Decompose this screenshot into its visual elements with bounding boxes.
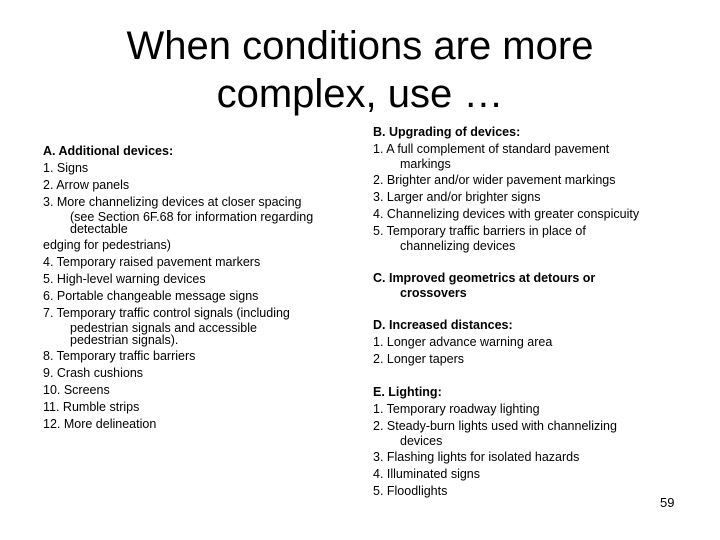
list-item: 1. Signs — [43, 160, 363, 177]
list-item-text: edging for pedestrians) — [43, 238, 171, 252]
list-item-continuation: markings — [400, 157, 451, 171]
list-item: 5. Temporary traffic barriers in place o… — [373, 223, 693, 252]
list-item-text: 5. Temporary traffic barriers in place o… — [373, 224, 586, 238]
list-item-text: 8. Temporary traffic barriers — [43, 349, 196, 363]
list-item-text: 1. Temporary roadway lighting — [373, 402, 540, 416]
list-item: 2. Arrow panels — [43, 177, 363, 194]
list-item: 3. Larger and/or brighter signs — [373, 189, 693, 206]
list-item-text: 12. More delineation — [43, 417, 157, 431]
list-item-text: 5. High-level warning devices — [43, 272, 206, 286]
list-item-text: 1. Signs — [43, 161, 89, 175]
list-item: 8. Temporary traffic barriers — [43, 348, 363, 365]
section-heading-c: C. Improved geometrics at detours or cro… — [373, 270, 693, 299]
section-heading-a: A. Additional devices: — [43, 144, 174, 158]
list-item: 5. High-level warning devices — [43, 271, 363, 288]
list-item-text: 1. A full complement of standard pavemen… — [373, 142, 610, 156]
list-item: 4. Temporary raised pavement markers — [43, 254, 363, 271]
list-item-text: 3. More channelizing devices at closer s… — [43, 195, 302, 209]
list-item: 10. Screens — [43, 382, 363, 399]
list-item-text: 3. Larger and/or brighter signs — [373, 190, 541, 204]
list-item-text: 11. Rumble strips — [43, 400, 140, 414]
list-item-text: 2. Steady-burn lights used with channeli… — [373, 419, 617, 433]
title-line-2: complex, use … — [216, 72, 504, 116]
list-item: 4. Channelizing devices with greater con… — [373, 206, 693, 223]
list-item: 2. Brighter and/or wider pavement markin… — [373, 172, 693, 189]
list-item-text: 10. Screens — [43, 383, 110, 397]
page-number: 59 — [660, 495, 675, 510]
list-item: 11. Rumble strips — [43, 399, 363, 416]
list-item: 2. Steady-burn lights used with channeli… — [373, 418, 693, 447]
list-item-text: 9. Crash cushions — [43, 366, 144, 380]
list-item: 9. Crash cushions — [43, 365, 363, 382]
slide-title: When conditions are more complex, use … — [0, 22, 720, 118]
list-item-text: 4. Temporary raised pavement markers — [43, 255, 261, 269]
list-item: 12. More delineation — [43, 416, 363, 433]
section-heading-e: E. Lighting: — [373, 385, 442, 399]
list-item-text: 4. Illuminated signs — [373, 467, 481, 481]
list-item-continuation: detectable — [70, 222, 128, 236]
section-heading-b: B. Upgrading of devices: — [373, 125, 521, 139]
title-line-1: When conditions are more — [126, 24, 594, 68]
list-item-text: 5. Floodlights — [373, 484, 448, 498]
list-item-continuation: devices — [400, 434, 443, 448]
list-item: 3. More channelizing devices at closer s… — [43, 194, 363, 235]
list-item: 7. Temporary traffic control signals (in… — [43, 305, 363, 346]
heading-text: C. Improved geometrics at detours or — [373, 271, 596, 285]
list-item-continuation: channelizing devices — [400, 239, 516, 253]
list-item: 5. Floodlights — [373, 483, 693, 500]
list-item: 6. Portable changeable message signs — [43, 288, 363, 305]
list-item: edging for pedestrians) — [43, 237, 363, 254]
list-item: 1. A full complement of standard pavemen… — [373, 141, 693, 170]
right-column: B. Upgrading of devices: 1. A full compl… — [373, 124, 693, 500]
list-item-text: 2. Longer tapers — [373, 352, 465, 366]
section-heading-d: D. Increased distances: — [373, 318, 513, 332]
list-item-text: 6. Portable changeable message signs — [43, 289, 259, 303]
list-item-text: 3. Flashing lights for isolated hazards — [373, 450, 580, 464]
list-item-continuation: pedestrian signals). — [70, 333, 179, 347]
list-item-text: 2. Brighter and/or wider pavement markin… — [373, 173, 616, 187]
list-item: 1. Temporary roadway lighting — [373, 401, 693, 418]
list-item: 1. Longer advance warning area — [373, 334, 693, 351]
list-item: 3. Flashing lights for isolated hazards — [373, 449, 693, 466]
list-item-text: 1. Longer advance warning area — [373, 335, 553, 349]
list-item: 2. Longer tapers — [373, 351, 693, 368]
list-item-text: 4. Channelizing devices with greater con… — [373, 207, 640, 221]
left-column: A. Additional devices: 1. Signs 2. Arrow… — [43, 143, 363, 433]
heading-continuation: crossovers — [400, 286, 467, 300]
list-item-text: 2. Arrow panels — [43, 178, 130, 192]
list-item: 4. Illuminated signs — [373, 466, 693, 483]
list-item-text: 7. Temporary traffic control signals (in… — [43, 306, 290, 320]
